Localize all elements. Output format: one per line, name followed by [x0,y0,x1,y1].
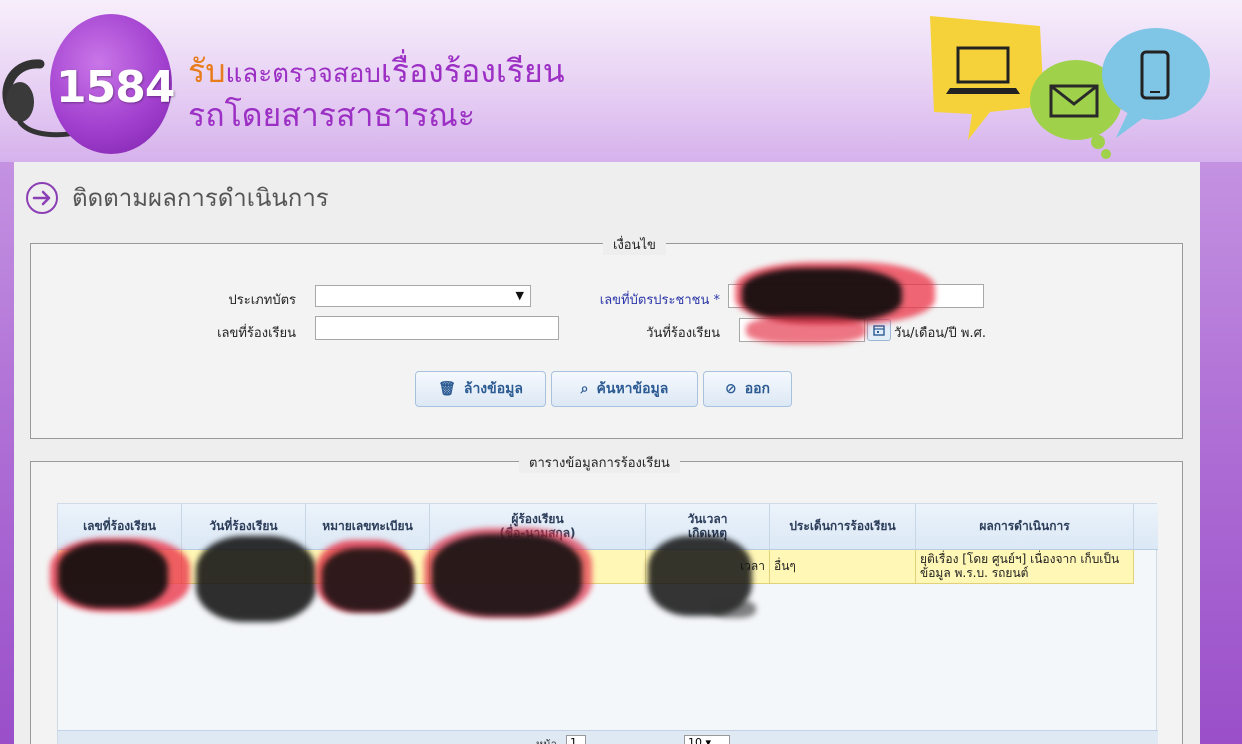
rows-per-page-select[interactable]: 10 ▾ [684,735,730,744]
arrow-right-circle-icon [24,180,60,216]
complaint-date-label: วันที่ร้องเรียน [646,326,720,341]
cancel-icon: ⊘ [724,381,737,397]
page-title: ติดตามผลการดำเนินการ [72,184,329,212]
complaint-no-input[interactable] [315,316,559,340]
page-heading: ติดตามผลการดำเนินการ [24,178,329,217]
conditions-legend: เงื่อนไข [603,234,666,255]
col-result[interactable]: ผลการดำเนินการ [916,504,1134,550]
col-issue[interactable]: ประเด็นการร้องเรียน [770,504,916,550]
clear-button[interactable]: 🗑 ล้างข้อมูล [415,371,546,407]
table-pager: หน้า 1 10 ▾ [58,730,1158,744]
results-legend: ตารางข้อมูลการร้องเรียน [519,452,680,473]
site-header: 1584 รับและตรวจสอบเรื่องร้องเรียน รถโดยส… [0,0,1242,162]
cell-result: ยุติเรื่อง [โดย ศูนย์ฯ] เนื่องจาก เก็บเป… [916,550,1134,584]
trash-icon: 🗑 [438,381,456,397]
site-title-line2: รถโดยสารสาธารณะ [188,96,476,134]
page-label: หน้า [536,735,557,744]
complaint-no-label: เลขที่ร้องเรียน [217,326,296,341]
required-mark: * [713,293,721,308]
date-format-hint: วัน/เดือน/ปี พ.ศ. [894,326,986,341]
card-type-select[interactable]: ▼ [315,285,531,307]
card-type-label: ประเภทบัตร [228,293,296,308]
citizen-id-label: เลขที่บัตรประชาชน * [599,293,721,308]
exit-button[interactable]: ⊘ ออก [703,371,792,407]
contact-channels-illustration [930,16,1210,159]
laptop-icon [930,16,1044,140]
search-icon: ⌕ [580,381,589,397]
chevron-down-icon: ▼ [515,289,524,302]
search-button[interactable]: ⌕ ค้นหาข้อมูล [551,371,698,407]
mobile-phone-icon [1102,28,1210,138]
cell-issue: อื่นๆ [770,550,916,584]
logo-number: 1584 [56,62,175,113]
page-number-input[interactable]: 1 [566,735,586,744]
